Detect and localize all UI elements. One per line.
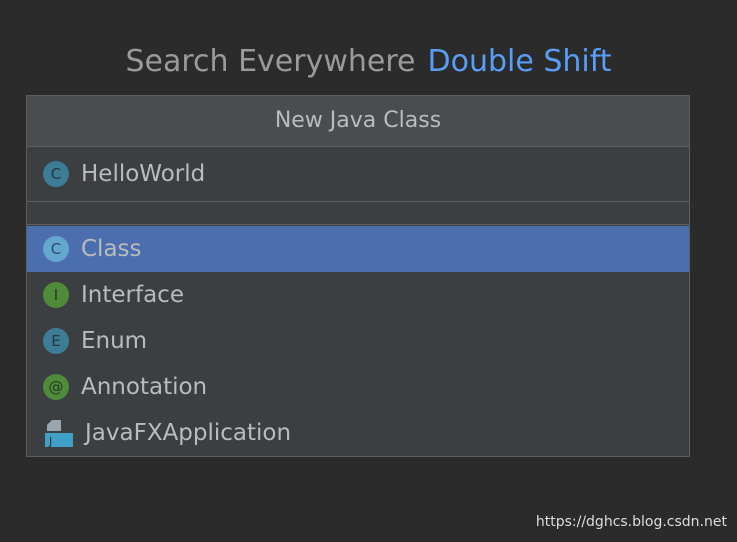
new-java-class-dialog: New Java Class C HelloWorld C Class I In…: [26, 95, 690, 457]
kind-label: JavaFXApplication: [85, 420, 292, 446]
kind-item-javafx[interactable]: J JavaFXApplication: [27, 410, 689, 456]
enum-icon: E: [43, 328, 69, 354]
class-icon: C: [43, 236, 69, 262]
kind-list: C Class I Interface E Enum @ Annotation: [27, 225, 689, 456]
javafx-icon: J: [43, 418, 73, 448]
interface-icon: I: [43, 282, 69, 308]
kind-label: Interface: [81, 282, 184, 308]
class-name-field[interactable]: C HelloWorld: [27, 147, 689, 202]
kind-item-class[interactable]: C Class: [27, 226, 689, 272]
hint-text: Search Everywhere: [125, 44, 416, 79]
dialog-title: New Java Class: [27, 96, 689, 147]
kind-label: Enum: [81, 328, 148, 354]
watermark: https://dghcs.blog.csdn.net: [535, 514, 727, 530]
hint-shortcut: Double Shift: [427, 44, 612, 79]
kind-item-enum[interactable]: E Enum: [27, 318, 689, 364]
kind-item-interface[interactable]: I Interface: [27, 272, 689, 318]
annotation-icon: @: [43, 374, 69, 400]
separator: [27, 202, 689, 225]
search-everywhere-hint: Search Everywhere Double Shift: [0, 42, 737, 82]
class-name-input[interactable]: HelloWorld: [81, 161, 205, 187]
stage: Search Everywhere Double Shift New Java C…: [0, 0, 737, 542]
class-icon: C: [43, 161, 69, 187]
kind-label: Annotation: [81, 374, 208, 400]
kind-item-annotation[interactable]: @ Annotation: [27, 364, 689, 410]
kind-label: Class: [81, 236, 142, 262]
svg-text:J: J: [48, 435, 52, 448]
